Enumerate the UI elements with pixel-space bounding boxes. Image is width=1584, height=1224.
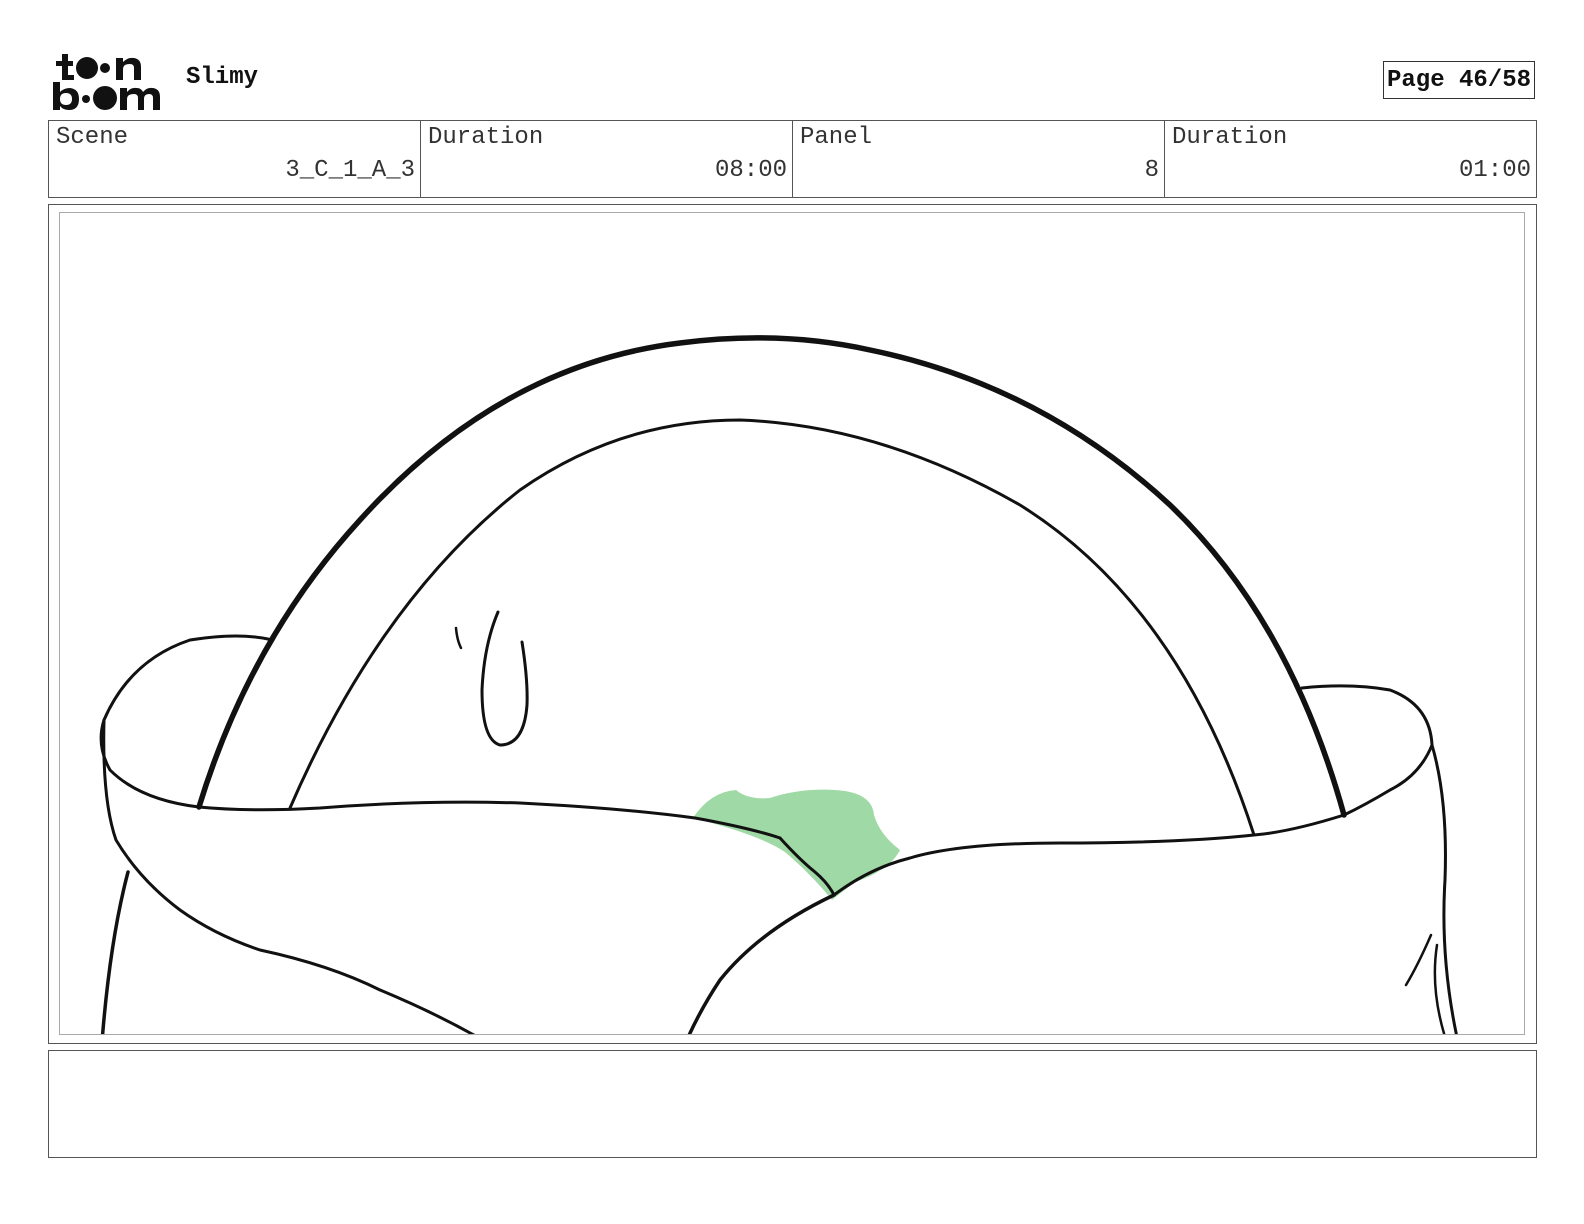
scene-cell: Scene 3_C_1_A_3	[49, 121, 421, 197]
handle-inner	[288, 418, 1256, 837]
slime-blob	[693, 789, 900, 900]
panel-cell: Panel 8	[793, 121, 1165, 197]
panel-info-row: Scene 3_C_1_A_3 Duration 08:00 Panel 8 D…	[48, 120, 1537, 198]
panel-duration-cell: Duration 01:00	[1165, 121, 1536, 197]
sweat-drop	[480, 610, 529, 747]
panel-notes	[48, 1050, 1537, 1158]
panel-label: Panel	[800, 124, 873, 151]
toonboom-logo-icon	[53, 54, 160, 110]
scene-duration-label: Duration	[428, 124, 544, 151]
panel-duration-label: Duration	[1172, 124, 1288, 151]
storyboard-panel	[59, 212, 1525, 1035]
panel-value: 8	[1144, 157, 1159, 184]
bag-rim-left	[99, 634, 782, 840]
panel-drawing	[99, 335, 1458, 1034]
scene-duration-value: 08:00	[714, 157, 787, 184]
bag-front-bulge	[687, 893, 836, 1034]
bag-left-edge	[100, 870, 130, 1034]
line-art	[99, 335, 1458, 1034]
panel-duration-value: 01:00	[1458, 157, 1531, 184]
page-number: Page 46/58	[1383, 61, 1535, 99]
scene-label: Scene	[56, 124, 129, 151]
project-title: Slimy	[186, 64, 259, 91]
bag-rim-right	[832, 684, 1434, 897]
sweat-tick	[454, 626, 463, 650]
bag-right-crease	[1404, 933, 1433, 987]
handle-outer	[196, 335, 1347, 818]
scene-duration-cell: Duration 08:00	[421, 121, 793, 197]
scene-value: 3_C_1_A_3	[285, 157, 415, 184]
bag-left-side	[102, 718, 476, 1034]
